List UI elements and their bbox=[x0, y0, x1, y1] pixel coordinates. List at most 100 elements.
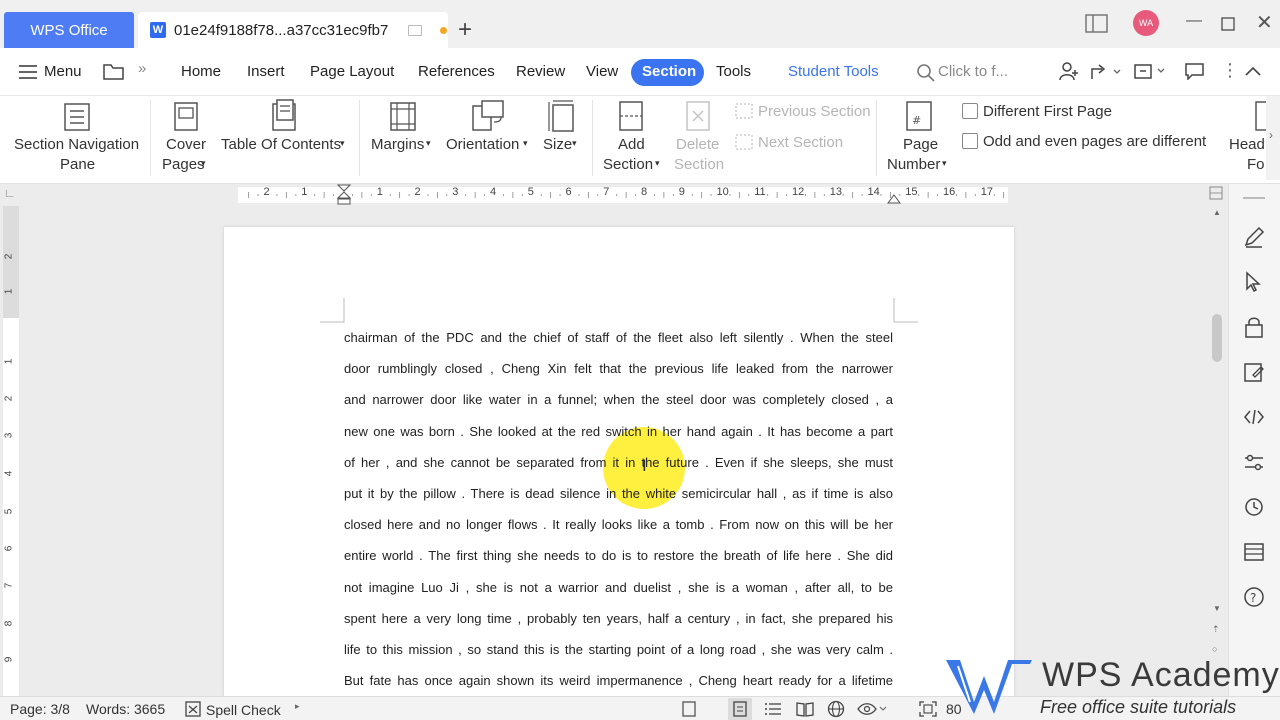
spell-check-icon[interactable] bbox=[185, 701, 201, 717]
odd-even-checkbox[interactable] bbox=[962, 133, 978, 149]
hamburger-menu-icon[interactable] bbox=[19, 65, 37, 79]
document-text-line[interactable]: life to this mission , so stand this is … bbox=[344, 642, 893, 657]
section-navigation-pane-button[interactable]: Section Navigation bbox=[14, 135, 139, 155]
read-mode-icon[interactable] bbox=[681, 701, 697, 717]
more-options-icon[interactable]: ⋮ bbox=[1221, 60, 1239, 81]
document-text-line[interactable]: of her , and she cannot be separated fro… bbox=[344, 455, 893, 470]
adjust-sliders-icon[interactable] bbox=[1243, 451, 1265, 473]
tab-section[interactable]: Section bbox=[642, 63, 696, 80]
comment-icon[interactable] bbox=[1184, 62, 1206, 80]
wps-office-tab[interactable]: WPS Office bbox=[4, 12, 134, 48]
cover-pages-button[interactable]: Cover bbox=[166, 135, 206, 155]
document-text-line[interactable]: and narrower door like water in a funnel… bbox=[344, 392, 893, 407]
document-text-line[interactable]: spent here a very long time , probably t… bbox=[344, 611, 893, 626]
document-text-line[interactable]: not imagine Luo Ji , she is not a warrio… bbox=[344, 580, 893, 595]
tab-review[interactable]: Review bbox=[516, 63, 565, 80]
toc-dropdown-icon[interactable]: ▾ bbox=[340, 133, 345, 153]
tab-tools[interactable]: Tools bbox=[716, 63, 751, 80]
navigation-pane-icon[interactable] bbox=[62, 100, 92, 132]
previous-page-icon[interactable]: ⇡ bbox=[1212, 624, 1220, 635]
header-footer-button[interactable]: Head bbox=[1229, 135, 1265, 155]
size-button[interactable]: Size bbox=[543, 135, 572, 155]
tab-view[interactable]: View bbox=[586, 63, 618, 80]
add-section-button[interactable]: Add bbox=[618, 135, 645, 155]
new-tab-plus-icon[interactable]: + bbox=[458, 16, 472, 44]
margins-dropdown-icon[interactable]: ▾ bbox=[426, 133, 431, 153]
spell-check-button[interactable]: Spell Check bbox=[206, 702, 281, 718]
search-icon[interactable] bbox=[916, 63, 936, 83]
cover-pages-icon[interactable] bbox=[171, 100, 201, 132]
history-icon[interactable] bbox=[1243, 496, 1265, 518]
more-chevron-icon[interactable]: » bbox=[138, 60, 146, 77]
web-layout-icon[interactable] bbox=[827, 700, 845, 718]
vertical-scrollbar[interactable]: ▲ ▼ ⇡ ○ bbox=[1210, 206, 1224, 696]
outline-view-icon[interactable] bbox=[764, 701, 782, 717]
add-section-icon[interactable] bbox=[616, 99, 648, 133]
orientation-icon[interactable] bbox=[470, 98, 506, 132]
lock-icon[interactable] bbox=[1243, 316, 1265, 338]
tab-stop-icon[interactable]: ∟ bbox=[4, 186, 16, 200]
close-icon[interactable]: ✕ bbox=[1256, 10, 1273, 35]
tab-student-tools[interactable]: Student Tools bbox=[788, 63, 879, 80]
edit-document-icon[interactable] bbox=[1243, 361, 1265, 383]
tab-references[interactable]: References bbox=[418, 63, 495, 80]
fit-page-icon[interactable] bbox=[919, 701, 937, 717]
page-number-button[interactable]: Page bbox=[903, 135, 938, 155]
chevron-right-icon[interactable]: › bbox=[1269, 128, 1273, 142]
add-user-icon[interactable] bbox=[1059, 60, 1079, 82]
menu-button[interactable]: Menu bbox=[44, 63, 82, 80]
indent-marker-icon[interactable] bbox=[337, 184, 351, 206]
collapse-ribbon-icon[interactable] bbox=[1244, 65, 1262, 77]
minimize-icon[interactable]: — bbox=[1186, 12, 1202, 30]
monitor-icon[interactable] bbox=[408, 24, 423, 36]
ruler-toggle-icon[interactable] bbox=[1209, 186, 1223, 200]
right-indent-marker-icon[interactable] bbox=[887, 192, 901, 204]
maximize-icon[interactable] bbox=[1221, 17, 1235, 31]
cover-pages-dropdown-icon[interactable]: ▾ bbox=[201, 153, 206, 173]
code-icon[interactable] bbox=[1243, 406, 1265, 428]
page-number-dropdown-icon[interactable]: ▾ bbox=[942, 153, 947, 173]
orientation-button[interactable]: Orientation bbox=[446, 135, 519, 155]
document-text-line[interactable]: But fate has once again shown its weird … bbox=[344, 673, 893, 688]
word-count[interactable]: Words: 3665 bbox=[86, 701, 165, 717]
share-icon[interactable] bbox=[1090, 61, 1122, 81]
export-icon[interactable] bbox=[1133, 62, 1167, 80]
page-size-icon[interactable] bbox=[547, 99, 577, 133]
page-number-icon[interactable]: # bbox=[904, 99, 934, 133]
document-tab[interactable]: W 01e24f9188f78...a37cc31ec9fb7 bbox=[138, 12, 448, 48]
scroll-thumb[interactable] bbox=[1212, 314, 1222, 362]
page-view-icon[interactable] bbox=[732, 701, 748, 717]
open-folder-icon[interactable] bbox=[103, 62, 125, 80]
vertical-ruler[interactable]: 2 1 1 2 3 4 5 6 7 8 9 bbox=[0, 206, 22, 696]
document-text-line[interactable]: closed here and no longer flows . It rea… bbox=[344, 517, 893, 532]
pen-icon[interactable] bbox=[1243, 226, 1265, 248]
table-of-contents-button[interactable]: Table Of Contents bbox=[221, 135, 341, 155]
status-expand-icon[interactable]: ▸ bbox=[295, 701, 300, 712]
size-dropdown-icon[interactable]: ▾ bbox=[572, 133, 577, 153]
horizontal-ruler[interactable]: ∟ 2 1 1 2 3 4 5 6 7 8 9 10 11 12 13 14 15 16 17 bbox=[0, 184, 1223, 206]
scroll-down-icon[interactable]: ▼ bbox=[1213, 604, 1221, 613]
reading-view-icon[interactable] bbox=[795, 700, 815, 718]
orientation-dropdown-icon[interactable]: ▾ bbox=[523, 133, 528, 153]
eye-protection-icon[interactable] bbox=[857, 701, 887, 717]
document-text-line[interactable]: new one was born . She looked at the red… bbox=[344, 424, 893, 439]
avatar[interactable]: WA bbox=[1133, 10, 1159, 36]
tab-insert[interactable]: Insert bbox=[247, 63, 285, 80]
search-input[interactable]: Click to f... bbox=[938, 63, 1008, 80]
tab-home[interactable]: Home bbox=[181, 63, 221, 80]
select-browse-icon[interactable]: ○ bbox=[1212, 644, 1217, 654]
document-text-line[interactable]: chairman of the PDC and the chief of sta… bbox=[344, 330, 893, 345]
document-text-line[interactable]: entire world . The first thing she needs… bbox=[344, 548, 893, 563]
document-text-line[interactable]: put it by the pillow . There is dead sil… bbox=[344, 486, 893, 501]
scroll-up-icon[interactable]: ▲ bbox=[1213, 208, 1221, 217]
document-text-line[interactable]: door rumblingly closed , Cheng Xin felt … bbox=[344, 361, 893, 376]
workspace-layout-icon[interactable] bbox=[1085, 14, 1109, 34]
margins-icon[interactable] bbox=[388, 100, 418, 132]
margins-button[interactable]: Margins bbox=[371, 135, 424, 155]
select-cursor-icon[interactable] bbox=[1243, 271, 1265, 293]
table-of-contents-icon[interactable] bbox=[268, 98, 300, 132]
different-first-page-checkbox[interactable] bbox=[962, 103, 978, 119]
help-icon[interactable]: ? bbox=[1243, 586, 1265, 608]
add-section-dropdown-icon[interactable]: ▾ bbox=[655, 153, 660, 173]
tab-page-layout[interactable]: Page Layout bbox=[310, 63, 394, 80]
